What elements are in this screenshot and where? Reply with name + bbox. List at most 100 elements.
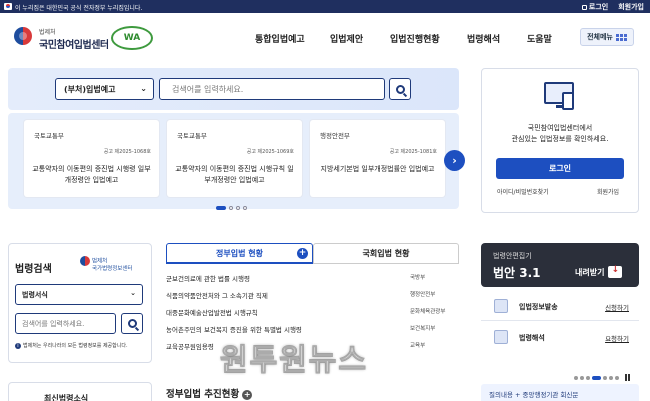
pagination-dot[interactable]: [243, 206, 247, 210]
news-watermark: 원투원뉴스: [220, 343, 368, 379]
chevron-down-icon: ⌄: [140, 84, 147, 93]
pagination-dot[interactable]: [580, 375, 584, 380]
pagination-dot[interactable]: [216, 206, 226, 210]
law-type-select-value: 법령서식: [22, 291, 48, 299]
pause-icon[interactable]: [625, 374, 630, 381]
list-item[interactable]: 군보건의료에 관한 법률 시행령 국방부: [166, 269, 459, 285]
list-item-title: 대중문화예술산업발전법 시행규칙: [166, 309, 258, 317]
more-plus-icon[interactable]: +: [242, 390, 253, 400]
list-item-dept: 행정안전부: [410, 292, 436, 298]
tab-gov-legislation[interactable]: 정부입법 현황 +: [166, 243, 313, 264]
law-editor-label: 법령안편집기: [493, 252, 532, 260]
list-item[interactable]: 농어촌주민의 보건복지 증진을 위한 특별법 시행령 보건복지부: [166, 320, 459, 336]
top-login-link[interactable]: 로그인: [581, 2, 608, 12]
pagination-dot[interactable]: [609, 375, 613, 380]
nav-item-legislation-progress[interactable]: 입법진행현황: [390, 32, 440, 45]
pagination-dot[interactable]: [574, 375, 578, 380]
service-row: 법령해석 요청하기: [481, 324, 639, 352]
divider: [481, 320, 639, 321]
law-info-note: 법제처는 우리나라의 모든 법령정보를 제공합니다.: [15, 342, 128, 349]
list-item-dept: 교육부: [410, 343, 426, 349]
card-dept: 행정안전부: [320, 132, 350, 140]
notice-card[interactable]: 행정안전부 공고 제2025-1081호 지방세기본법 일부개정법률안 입법예고: [310, 120, 445, 197]
download-button[interactable]: 내려받기: [575, 265, 623, 278]
faq-banner[interactable]: 질의내용 + 중앙행정기관 회신문: [481, 384, 639, 401]
category-select[interactable]: (부처)입법예고 ⌄: [55, 78, 154, 100]
logo-org-name[interactable]: 국민참여입법센터: [39, 36, 109, 51]
list-item-title: 교육공무원임용령: [166, 343, 214, 351]
nav-item-help[interactable]: 도움말: [527, 32, 552, 45]
list-item-dept: 국방부: [410, 275, 426, 281]
all-menu-button[interactable]: 전체메뉴: [580, 28, 634, 46]
top-join-link[interactable]: 회원가입: [618, 2, 644, 12]
search-input[interactable]: 검색어를 입력하세요.: [159, 78, 385, 100]
tab-assembly-legislation[interactable]: 국회입법 현황: [313, 243, 459, 264]
carousel-pagination[interactable]: [216, 206, 247, 210]
download-icon: [608, 265, 623, 278]
chevron-down-icon: ⌄: [130, 289, 136, 297]
find-id-password-link[interactable]: 아이디/비밀번호찾기: [497, 187, 549, 196]
chevron-right-icon: ›: [452, 154, 457, 167]
search-icon: [395, 84, 405, 94]
law-center-emblem-icon: [80, 256, 90, 266]
faq-carousel-controls[interactable]: [574, 374, 630, 381]
law-search-title: 법령검색: [15, 264, 52, 275]
login-button[interactable]: 로그인: [496, 158, 624, 179]
national-law-info-logo[interactable]: 법제처 국가법령정보센터: [80, 256, 132, 273]
nav-item-legislation-proposal[interactable]: 입법제안: [330, 32, 363, 45]
list-item-dept: 문화체육관광부: [410, 309, 446, 315]
pagination-dot[interactable]: [229, 206, 233, 210]
top-utility-bar: 이 누리집은 대한민국 공식 전자정부 누리집입니다. 로그인 회원가입: [0, 0, 650, 13]
list-item[interactable]: 대중문화예술산업발전법 시행규칙 문화체육관광부: [166, 303, 459, 319]
pagination-dot[interactable]: [236, 206, 240, 210]
card-title: 지방세기본법 일부개정법률안 입법예고: [320, 165, 435, 173]
search-button[interactable]: [389, 78, 411, 100]
law-editor-version: 법안 3.1: [493, 266, 541, 280]
mobile-phone-icon: [562, 92, 574, 110]
carousel-next-button[interactable]: ›: [444, 150, 465, 171]
card-dept: 국토교통부: [34, 132, 64, 140]
list-item-title: 군보건의료에 관한 법률 시행령: [166, 275, 250, 283]
service-row: 입법정보발송 신청하기: [481, 293, 639, 321]
wa-certification-badge: WA: [111, 26, 153, 50]
card-title: 교통약자의 이동편의 증진법 시행규칙 일부개정령안 입법예고: [175, 165, 294, 184]
law-search-input[interactable]: 검색어를 입력하세요.: [15, 313, 116, 334]
nav-item-integrated-notice[interactable]: 통합입법예고: [255, 32, 305, 45]
join-link[interactable]: 회원가입: [597, 187, 619, 196]
card-number: 공고 제2025-1068호: [103, 149, 151, 155]
notice-card[interactable]: 국토교통부 공고 제2025-1068호 교통약자의 이동편의 증진법 시행령 …: [24, 120, 159, 197]
pagination-dot[interactable]: [603, 375, 607, 380]
law-search-button[interactable]: [121, 313, 143, 334]
card-number: 공고 제2025-1081호: [389, 149, 437, 155]
service-request-link[interactable]: 요청하기: [605, 333, 629, 343]
pagination-dot[interactable]: [615, 375, 619, 380]
send-info-icon: [494, 299, 508, 313]
more-plus-icon[interactable]: +: [297, 248, 308, 259]
card-number: 공고 제2025-1069호: [246, 149, 294, 155]
logo-emblem-icon[interactable]: [14, 27, 32, 45]
law-editor-panel: 법령안편집기 법안 3.1 내려받기: [481, 243, 639, 287]
top-links: 로그인 회원가입: [581, 2, 644, 12]
service-name: 입법정보발송: [519, 303, 558, 311]
law-type-select[interactable]: 법령서식 ⌄: [15, 284, 143, 305]
list-item[interactable]: 식품의약품안전처와 그 소속기관 직제 행정안전부: [166, 286, 459, 302]
notice-card[interactable]: 국토교통부 공고 제2025-1069호 교통약자의 이동편의 증진법 시행규칙…: [167, 120, 302, 197]
logo-org-small[interactable]: 법제처: [39, 27, 56, 36]
recent-law-news-title: 최신법령소식: [44, 394, 89, 401]
category-select-value: (부처)입법예고: [64, 85, 116, 94]
lock-icon: [581, 4, 587, 10]
gov-progress-heading: 정부입법 추진현황 +: [166, 389, 253, 400]
interpretation-icon: [494, 330, 508, 344]
nav-item-law-interpretation[interactable]: 법령해석: [467, 32, 500, 45]
pagination-dot[interactable]: [592, 375, 601, 380]
list-item-title: 식품의약품안전처와 그 소속기관 직제: [166, 292, 268, 300]
card-title: 교통약자의 이동편의 증진법 시행령 일부개정령안 입법예고: [32, 165, 151, 184]
pagination-dot[interactable]: [586, 375, 590, 380]
gov-notice: 이 누리집은 대한민국 공식 전자정부 누리집입니다.: [15, 5, 143, 12]
service-name: 법령해석: [519, 334, 545, 342]
card-dept: 국토교통부: [177, 132, 207, 140]
grid-icon: [615, 33, 627, 41]
all-menu-label: 전체메뉴: [587, 33, 613, 41]
service-apply-link[interactable]: 신청하기: [605, 302, 629, 312]
search-icon: [127, 319, 137, 328]
